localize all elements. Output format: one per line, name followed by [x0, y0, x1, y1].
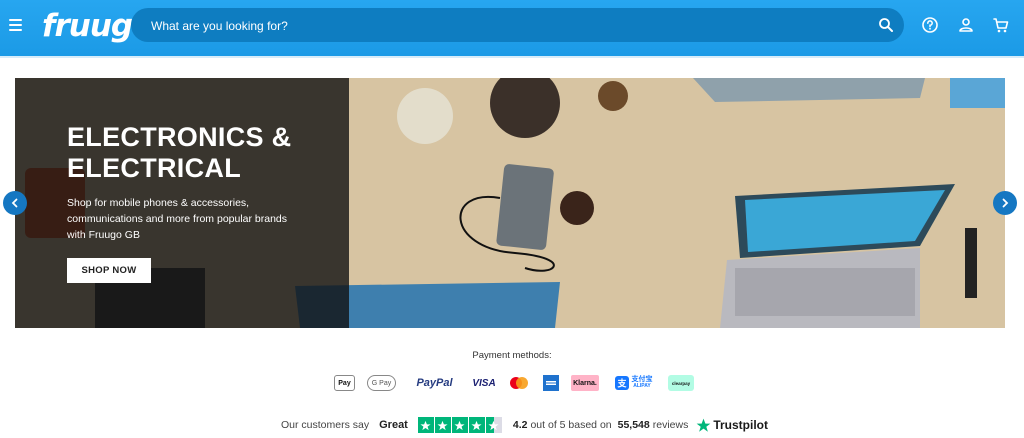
clearpay-icon: clearpay [668, 375, 694, 391]
svg-text:支: 支 [616, 378, 627, 390]
site-header: fruugo [0, 0, 1024, 56]
rating-star-icon [451, 417, 468, 433]
trustpilot-logo: Trustpilot [696, 418, 768, 433]
alipay-text: 支付宝 ALIPAY [632, 376, 653, 390]
carousel-prev-button[interactable] [3, 191, 27, 215]
cart-icon[interactable] [992, 16, 1010, 34]
chevron-right-icon [1002, 198, 1009, 208]
klarna-icon: Klarna. [571, 375, 599, 391]
trustpilot-star-icon [696, 418, 711, 432]
mastercard-icon [507, 375, 531, 391]
hero-title: ELECTRONICS & ELECTRICAL [67, 122, 292, 183]
amex-mark [546, 381, 556, 385]
alipay-cn-label: 支付宝 [631, 376, 653, 383]
paypal-label: PayPal [416, 377, 453, 389]
account-icon[interactable] [957, 16, 975, 34]
trustpilot-prefix: Our customers say [281, 419, 370, 431]
google-pay-icon: G Pay [367, 375, 396, 391]
search-input[interactable] [149, 8, 868, 44]
alipay-label: ALIPAY [633, 383, 651, 389]
apple-pay-icon: Pay [334, 375, 355, 391]
mastercard-circles [510, 377, 528, 389]
trustpilot-stars [417, 417, 503, 433]
alipay-mark: 支 [614, 376, 629, 390]
search-icon[interactable] [878, 17, 894, 33]
search-bar [131, 8, 904, 44]
trustpilot-rating-word: Great [379, 419, 408, 431]
apple-pay-label: Pay [338, 379, 351, 387]
paypal-icon: PayPal [408, 375, 461, 391]
rating-star-icon [417, 417, 434, 433]
trustpilot-widget[interactable]: Our customers say Great 4.2 out of 5 bas… [281, 416, 768, 434]
menu-icon[interactable] [9, 16, 25, 34]
payment-methods-row: Pay G Pay PayPal VISA Klarna. 支 支付宝 ALIP… [334, 374, 706, 392]
trustpilot-review-count: 55,548 [617, 419, 650, 431]
hero-description: Shop for mobile phones & accessories, co… [67, 197, 288, 241]
google-pay-label: G Pay [371, 379, 392, 387]
rating-star-icon [468, 417, 485, 433]
rating-star-icon [434, 417, 451, 433]
klarna-label: Klarna. [573, 379, 597, 387]
trustpilot-score: 4.2 [512, 419, 528, 431]
rating-star-icon [485, 417, 502, 433]
alipay-icon: 支 支付宝 ALIPAY [611, 375, 656, 391]
clearpay-label: clearpay [671, 380, 691, 386]
trustpilot-reviews-label: reviews [652, 419, 689, 431]
trustpilot-out-of: out of 5 based on [530, 419, 612, 431]
chevron-left-icon [11, 198, 18, 208]
visa-label: VISA [472, 377, 496, 389]
payment-methods-title: Payment methods: [472, 350, 552, 361]
shop-now-button[interactable]: SHOP NOW [67, 258, 151, 283]
visa-icon: VISA [472, 375, 496, 391]
trustpilot-brand: Trustpilot [713, 418, 769, 432]
amex-icon [543, 375, 559, 391]
hero-banner[interactable]: ELECTRONICS & ELECTRICAL Shop for mobile… [15, 78, 1005, 328]
help-icon[interactable] [921, 16, 939, 34]
header-divider [0, 56, 1024, 58]
carousel-next-button[interactable] [993, 191, 1017, 215]
